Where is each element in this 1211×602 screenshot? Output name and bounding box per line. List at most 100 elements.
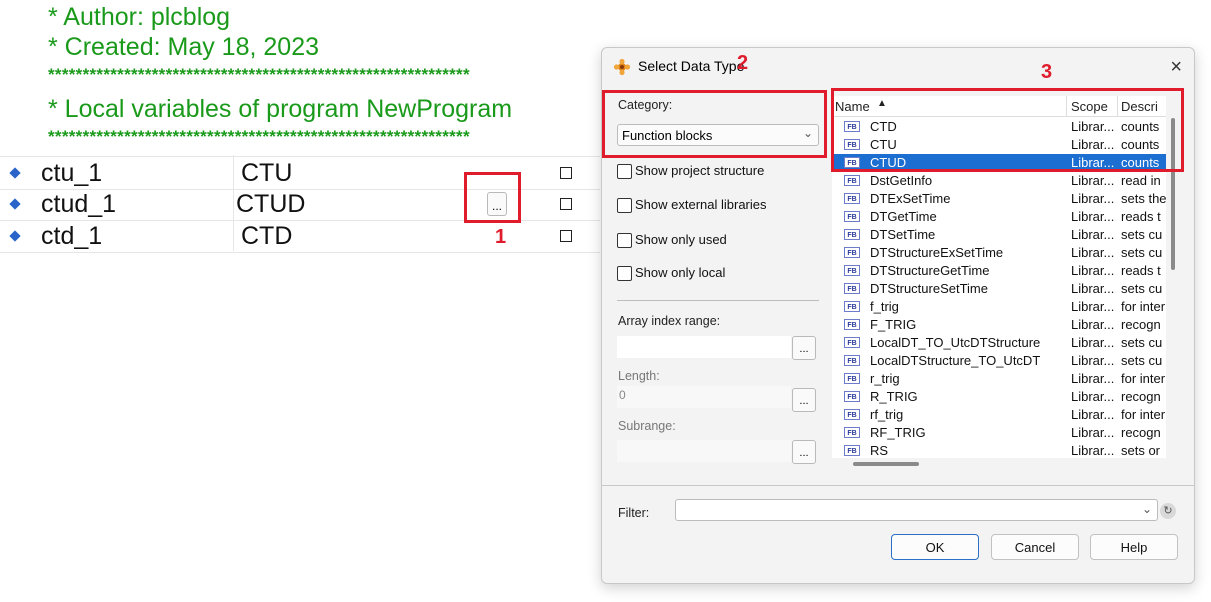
list-item[interactable]: FB f_trig Librar... for inter: [832, 298, 1166, 316]
column-separator: [233, 155, 234, 251]
item-name: RF_TRIG: [870, 425, 926, 440]
variable-icon: [9, 198, 21, 210]
show-project-structure-label[interactable]: Show project structure: [635, 163, 764, 178]
variable-type[interactable]: CTUD: [236, 190, 305, 219]
divider: [617, 300, 819, 301]
list-item[interactable]: FB DTStructureGetTime Librar... reads t: [832, 262, 1166, 280]
item-description: sets cu: [1121, 245, 1163, 260]
list-item[interactable]: FB LocalDT_TO_UtcDTStructure Librar... sets…: [832, 334, 1166, 352]
item-scope: Librar...: [1071, 425, 1115, 440]
function-block-icon: FB: [844, 265, 860, 276]
annotation-label-2: 2: [737, 52, 749, 74]
variable-type[interactable]: CTD: [241, 222, 292, 251]
list-item[interactable]: FB DTStructureExSetTime Librar... sets cu: [832, 244, 1166, 262]
item-name: DTSetTime: [870, 227, 936, 242]
variable-name[interactable]: ctu_1: [41, 159, 102, 188]
item-description: reads t: [1121, 209, 1161, 224]
item-name: DTExSetTime: [870, 191, 951, 206]
list-item[interactable]: FB DTStructureSetTime Librar... sets cu: [832, 280, 1166, 298]
item-description: for inter: [1121, 371, 1166, 386]
function-block-icon: FB: [844, 355, 860, 366]
show-only-used-label[interactable]: Show only used: [635, 232, 727, 247]
show-project-structure-checkbox[interactable]: [617, 164, 632, 179]
function-block-icon: FB: [844, 427, 860, 438]
item-scope: Librar...: [1071, 407, 1115, 422]
filter-input[interactable]: ⌄: [675, 499, 1158, 521]
variable-icon: [9, 230, 21, 242]
function-block-icon: FB: [844, 301, 860, 312]
item-description: sets cu: [1121, 335, 1163, 350]
subrange-input: [617, 440, 791, 462]
array-index-input[interactable]: [617, 336, 791, 358]
annotation-label-1: 1: [495, 226, 507, 248]
item-description: reads t: [1121, 263, 1161, 278]
chevron-down-icon[interactable]: ⌄: [1142, 502, 1152, 516]
list-item[interactable]: FB RF_TRIG Librar... recogn: [832, 424, 1166, 442]
list-item[interactable]: FB r_trig Librar... for inter: [832, 370, 1166, 388]
list-item[interactable]: FB F_TRIG Librar... recogn: [832, 316, 1166, 334]
variable-checkbox[interactable]: [560, 198, 572, 210]
list-item[interactable]: FB LocalDTStructure_TO_UtcDT Librar... sets…: [832, 352, 1166, 370]
list-item[interactable]: FB rf_trig Librar... for inter: [832, 406, 1166, 424]
item-name: RS: [870, 443, 889, 458]
divider: [602, 485, 1194, 486]
length-button[interactable]: ...: [792, 388, 816, 412]
item-name: f_trig: [870, 299, 899, 314]
item-scope: Librar...: [1071, 389, 1115, 404]
item-scope: Librar...: [1071, 263, 1115, 278]
subrange-label: Subrange:: [618, 419, 676, 433]
item-description: recogn: [1121, 389, 1161, 404]
variable-checkbox[interactable]: [560, 167, 572, 179]
list-item[interactable]: FB DTSetTime Librar... sets cu: [832, 226, 1166, 244]
variable-row[interactable]: ctd_1 CTD: [0, 220, 600, 253]
item-scope: Librar...: [1071, 299, 1115, 314]
item-description: sets the: [1121, 191, 1166, 206]
item-name: DTStructureSetTime: [870, 281, 988, 296]
item-scope: Librar...: [1071, 227, 1115, 242]
list-item[interactable]: FB R_TRIG Librar... recogn: [832, 388, 1166, 406]
item-description: recogn: [1121, 317, 1161, 332]
show-only-local-label[interactable]: Show only local: [635, 265, 725, 280]
length-label: Length:: [618, 369, 660, 383]
list-item[interactable]: FB DTGetTime Librar... reads t: [832, 208, 1166, 226]
show-external-libraries-label[interactable]: Show external libraries: [635, 197, 767, 212]
variable-name[interactable]: ctud_1: [41, 190, 116, 219]
function-block-icon: FB: [844, 391, 860, 402]
subrange-button[interactable]: ...: [792, 440, 816, 464]
item-name: rf_trig: [870, 407, 904, 422]
horizontal-scrollbar[interactable]: [853, 462, 919, 466]
annotation-label-3: 3: [1041, 61, 1053, 83]
comment-stars-2: ****************************************…: [48, 127, 470, 146]
array-index-label: Array index range:: [618, 314, 721, 328]
show-external-libraries-checkbox[interactable]: [617, 198, 632, 213]
item-description: sets cu: [1121, 281, 1163, 296]
app-logo-icon: [613, 58, 631, 76]
variable-type[interactable]: CTU: [241, 159, 292, 188]
dialog-title: Select Data Type: [638, 58, 745, 74]
show-only-local-checkbox[interactable]: [617, 266, 632, 281]
ok-button[interactable]: OK: [891, 534, 979, 560]
item-scope: Librar...: [1071, 371, 1115, 386]
item-scope: Librar...: [1071, 281, 1115, 296]
close-icon[interactable]: ×: [1170, 56, 1182, 79]
annotation-box-2: [602, 90, 827, 158]
item-scope: Librar...: [1071, 317, 1115, 332]
help-button[interactable]: Help: [1090, 534, 1178, 560]
item-scope: Librar...: [1071, 191, 1115, 206]
item-description: sets cu: [1121, 353, 1163, 368]
function-block-icon: FB: [844, 319, 860, 330]
comment-author: * Author: plcblog: [48, 3, 231, 31]
show-only-used-checkbox[interactable]: [617, 233, 632, 248]
list-item[interactable]: FB DTExSetTime Librar... sets the: [832, 190, 1166, 208]
list-item[interactable]: FB RS Librar... sets or: [832, 442, 1166, 458]
cancel-button[interactable]: Cancel: [991, 534, 1079, 560]
item-name: DstGetInfo: [870, 173, 933, 188]
item-name: DTStructureGetTime: [870, 263, 990, 278]
variable-name[interactable]: ctd_1: [41, 222, 102, 251]
item-scope: Librar...: [1071, 353, 1115, 368]
refresh-icon[interactable]: ↻: [1160, 503, 1176, 519]
variable-checkbox[interactable]: [560, 230, 572, 242]
list-item[interactable]: FB DstGetInfo Librar... read in: [832, 172, 1166, 190]
item-description: sets or: [1121, 443, 1161, 458]
array-index-button[interactable]: ...: [792, 336, 816, 360]
